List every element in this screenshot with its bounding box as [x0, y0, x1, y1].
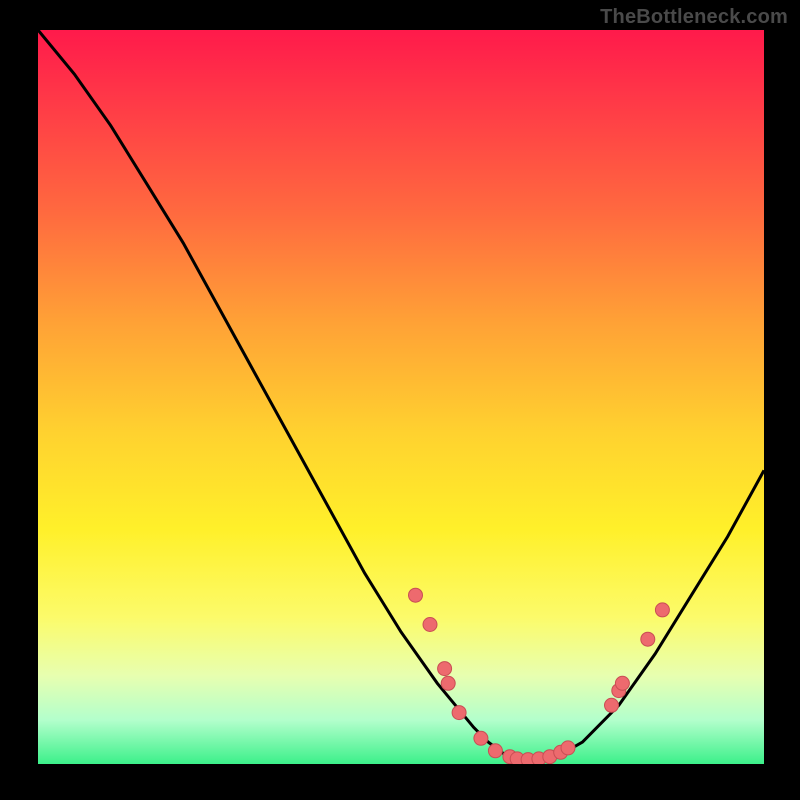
curve-path [38, 30, 764, 760]
data-point [615, 676, 629, 690]
data-point [605, 698, 619, 712]
data-point [655, 603, 669, 617]
data-point [438, 662, 452, 676]
data-point [452, 706, 466, 720]
data-points [409, 588, 670, 764]
chart-frame: TheBottleneck.com [0, 0, 800, 800]
data-point [423, 618, 437, 632]
bottleneck-curve [38, 30, 764, 764]
data-point [641, 632, 655, 646]
data-point [409, 588, 423, 602]
data-point [488, 744, 502, 758]
plot-area [38, 30, 764, 764]
data-point [474, 731, 488, 745]
attribution-text: TheBottleneck.com [600, 6, 788, 29]
data-point [561, 741, 575, 755]
data-point [441, 676, 455, 690]
